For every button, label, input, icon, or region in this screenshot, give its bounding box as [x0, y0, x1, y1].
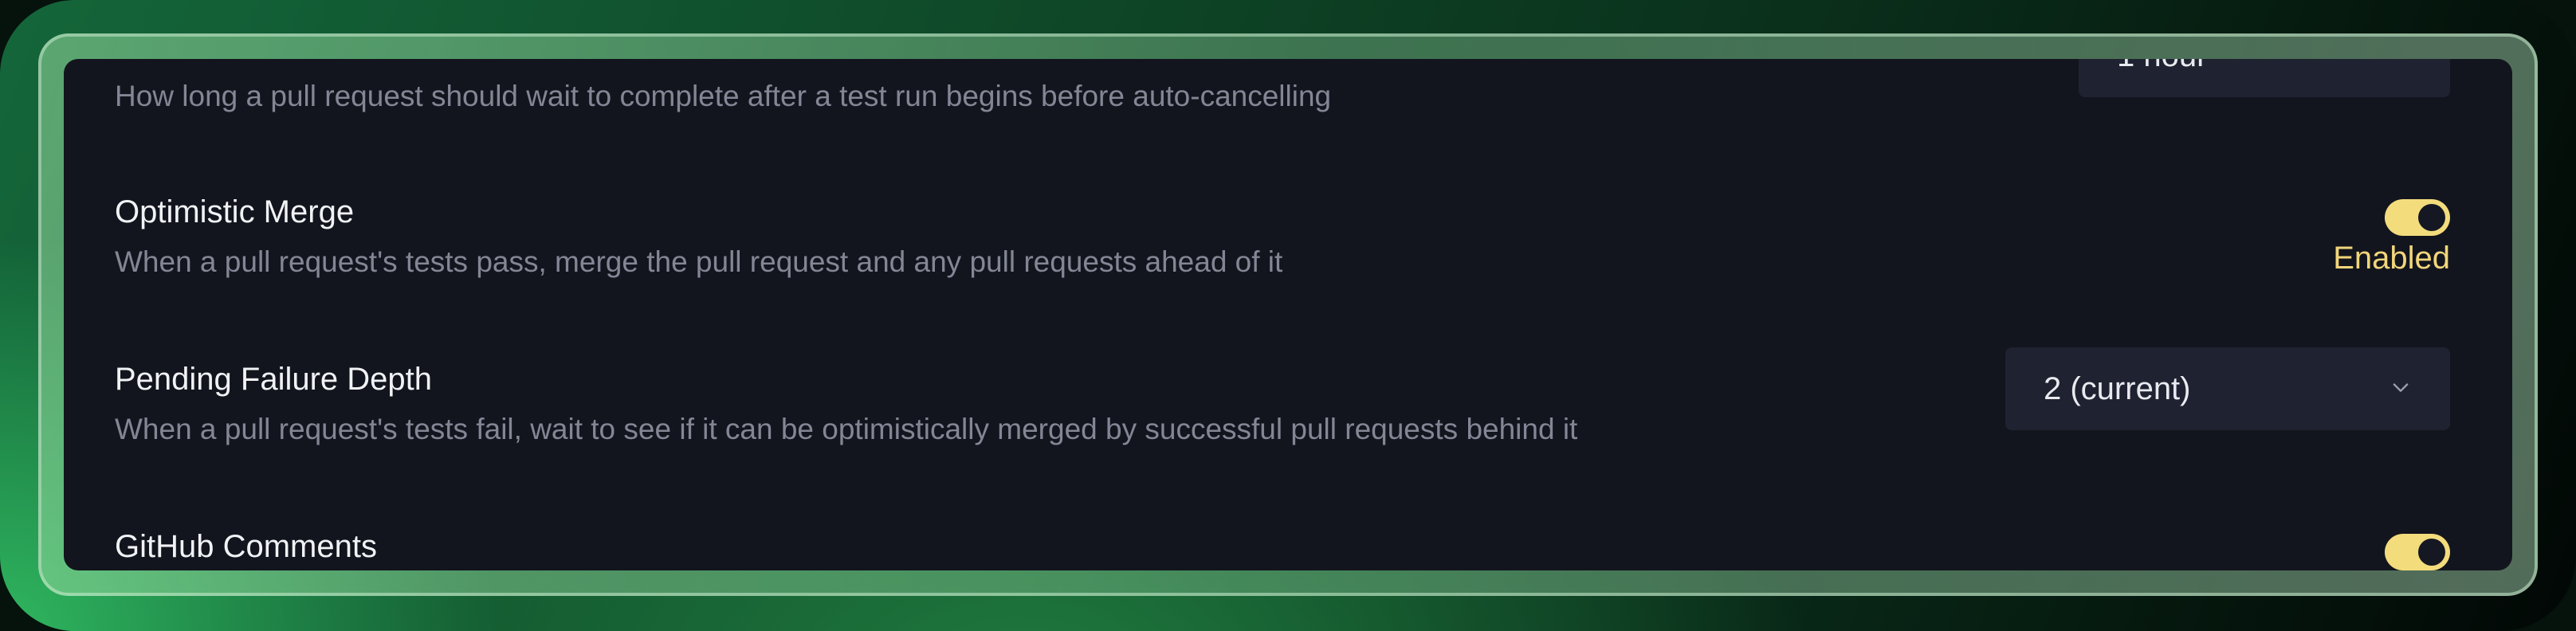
settings-panel: How long a pull request should wait to c… — [64, 59, 2512, 570]
setting-row-timeout: How long a pull request should wait to c… — [115, 59, 2450, 147]
select-value: 1 hour — [2117, 59, 2207, 75]
toggle-knob — [2418, 539, 2445, 566]
timeout-select[interactable]: 1 hour — [2079, 59, 2450, 97]
toggle-status-label: Enabled — [2333, 241, 2450, 276]
chevron-down-icon — [2393, 383, 2409, 392]
setting-description: How long a pull request should wait to c… — [115, 80, 1332, 112]
optimistic-merge-toggle[interactable] — [2385, 199, 2450, 236]
toggle-knob — [2418, 204, 2445, 231]
setting-title: GitHub Comments — [115, 529, 377, 564]
chevron-down-icon — [2389, 59, 2412, 65]
select-value: 2 (current) — [2044, 371, 2191, 406]
pending-failure-depth-select[interactable]: 2 (current) — [2005, 347, 2450, 430]
setting-description: When a pull request's tests fail, wait t… — [115, 413, 1578, 445]
setting-title: Pending Failure Depth — [115, 362, 433, 397]
setting-description: When a pull request's tests pass, merge … — [115, 245, 1283, 278]
setting-row-optimistic-merge: Optimistic Merge When a pull request's t… — [115, 193, 2450, 296]
setting-title: Optimistic Merge — [115, 194, 355, 229]
setting-row-github-comments: GitHub Comments — [115, 527, 2450, 570]
setting-row-pending-failure-depth: Pending Failure Depth When a pull reques… — [115, 347, 2450, 464]
github-comments-toggle[interactable] — [2385, 534, 2450, 570]
